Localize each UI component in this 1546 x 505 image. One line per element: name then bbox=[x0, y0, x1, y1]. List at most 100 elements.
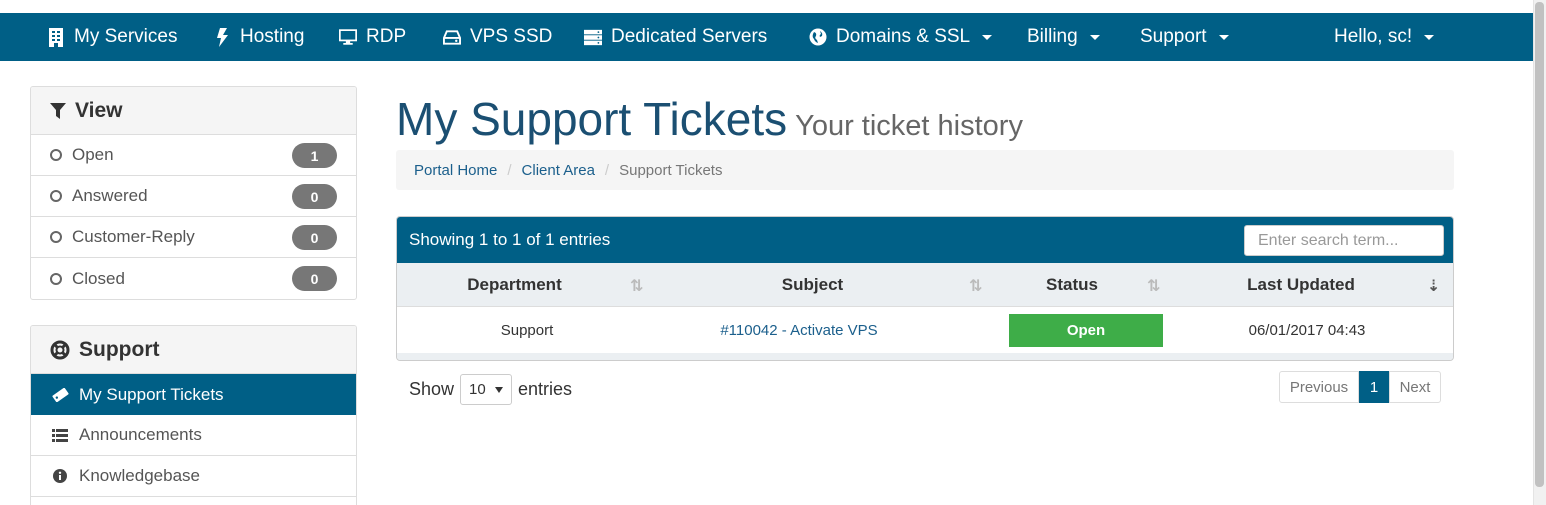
tickets-table: Showing 1 to 1 of 1 entries Department ⇅… bbox=[396, 216, 1454, 361]
breadcrumb-client-area[interactable]: Client Area bbox=[522, 162, 595, 179]
view-panel-title: View bbox=[75, 98, 123, 122]
breadcrumb-separator: / bbox=[507, 161, 512, 179]
filter-label: Closed bbox=[72, 268, 125, 288]
menu-label: My Support Tickets bbox=[79, 384, 224, 404]
main-navbar: My Services Hosting RDP VPS SSD Dedicate… bbox=[0, 13, 1533, 61]
menu-my-support-tickets[interactable]: My Support Tickets bbox=[31, 374, 356, 415]
menu-label: Announcements bbox=[79, 425, 202, 444]
breadcrumb: Portal Home / Client Area / Support Tick… bbox=[396, 150, 1454, 190]
table-header-bar: Showing 1 to 1 of 1 entries bbox=[397, 217, 1453, 263]
bolt-icon bbox=[213, 27, 231, 47]
filter-label: Answered bbox=[72, 186, 148, 205]
ticket-icon bbox=[51, 387, 69, 402]
nav-my-services[interactable]: My Services bbox=[47, 13, 177, 61]
column-label: Status bbox=[1046, 275, 1098, 294]
menu-knowledgebase[interactable]: Knowledgebase bbox=[31, 456, 356, 497]
page-length-select[interactable]: 10 bbox=[460, 374, 513, 405]
cell-department: Support bbox=[500, 321, 554, 339]
radio-icon bbox=[50, 231, 62, 243]
breadcrumb-separator: / bbox=[604, 161, 610, 179]
menu-announcements[interactable]: Announcements bbox=[31, 415, 356, 456]
sort-icon[interactable]: ⇅ bbox=[969, 276, 982, 296]
view-panel-header: View bbox=[31, 87, 356, 135]
column-label: Department bbox=[467, 275, 562, 294]
cell-last-updated: 06/01/2017 04:43 bbox=[1248, 321, 1366, 339]
pagination: Previous 1 Next bbox=[1279, 371, 1441, 403]
count-badge: 0 bbox=[292, 225, 337, 250]
nav-support[interactable]: Support bbox=[1140, 13, 1229, 61]
entries-label: entries bbox=[518, 379, 573, 399]
chevron-down-icon bbox=[1218, 34, 1229, 40]
radio-icon bbox=[50, 149, 62, 161]
server-icon bbox=[584, 29, 602, 46]
globe-icon bbox=[809, 28, 827, 46]
breadcrumb-portal-home[interactable]: Portal Home bbox=[414, 162, 497, 179]
cell-subject: #110042 - Activate VPS bbox=[649, 307, 949, 353]
table-footer bbox=[397, 353, 1453, 360]
nav-label: Hosting bbox=[240, 26, 305, 47]
col-status[interactable]: Status bbox=[993, 263, 1151, 307]
nav-label: VPS SSD bbox=[470, 26, 553, 47]
status-badge: Open bbox=[1009, 314, 1163, 347]
column-label: Last Updated bbox=[1247, 275, 1355, 294]
page-title-text: My Support Tickets bbox=[396, 93, 788, 145]
col-last-updated[interactable]: Last Updated bbox=[1151, 263, 1451, 307]
nav-label: Dedicated Servers bbox=[611, 26, 768, 47]
count-badge: 0 bbox=[292, 266, 337, 291]
filter-answered[interactable]: Answered 0 bbox=[31, 176, 356, 217]
col-department[interactable]: Department bbox=[397, 263, 632, 307]
show-label: Show bbox=[409, 379, 455, 399]
filter-customer-reply[interactable]: Customer-Reply 0 bbox=[31, 217, 356, 258]
search-input[interactable] bbox=[1244, 225, 1444, 256]
previous-button[interactable]: Previous bbox=[1279, 371, 1359, 403]
filter-label: Customer-Reply bbox=[72, 227, 195, 246]
nav-label: Support bbox=[1140, 26, 1207, 47]
radio-icon bbox=[50, 190, 62, 202]
count-badge: 1 bbox=[292, 143, 337, 168]
support-panel-header: Support bbox=[31, 326, 356, 374]
breadcrumb-current: Support Tickets bbox=[619, 161, 723, 179]
support-panel: Support My Support Tickets Announcements… bbox=[30, 325, 357, 505]
chevron-down-icon bbox=[982, 34, 993, 40]
table-info: Showing 1 to 1 of 1 entries bbox=[409, 230, 611, 249]
menu-label: Knowledgebase bbox=[79, 466, 200, 485]
page-length-value: 10 bbox=[469, 381, 486, 398]
page-title: My Support Tickets Your ticket history bbox=[396, 92, 1023, 146]
count-badge: 0 bbox=[292, 184, 337, 209]
scrollbar-thumb[interactable] bbox=[1535, 2, 1544, 487]
building-icon bbox=[47, 27, 65, 47]
nav-label: Hello, sc! bbox=[1334, 26, 1413, 47]
nav-domains-ssl[interactable]: Domains & SSL bbox=[809, 13, 993, 61]
nav-rdp[interactable]: RDP bbox=[339, 13, 406, 61]
nav-user-menu[interactable]: Hello, sc! bbox=[1334, 13, 1435, 61]
col-subject[interactable]: Subject bbox=[632, 263, 993, 307]
ticket-link[interactable]: #110042 - Activate VPS bbox=[720, 322, 877, 339]
sort-desc-icon[interactable]: ⇣ bbox=[1427, 276, 1440, 296]
vertical-scrollbar[interactable] bbox=[1533, 0, 1546, 505]
table-row[interactable]: Support #110042 - Activate VPS Open 06/0… bbox=[397, 307, 1453, 353]
desktop-icon bbox=[339, 28, 357, 46]
nav-dedicated-servers[interactable]: Dedicated Servers bbox=[584, 13, 767, 61]
filter-open[interactable]: Open 1 bbox=[31, 135, 356, 176]
support-panel-title: Support bbox=[79, 337, 160, 361]
top-strip bbox=[0, 0, 1533, 13]
hdd-icon bbox=[443, 29, 461, 45]
page-1-button[interactable]: 1 bbox=[1359, 371, 1389, 403]
nav-billing[interactable]: Billing bbox=[1027, 13, 1100, 61]
nav-hosting[interactable]: Hosting bbox=[213, 13, 304, 61]
filter-closed[interactable]: Closed 0 bbox=[31, 258, 356, 299]
radio-icon bbox=[50, 272, 62, 285]
next-button[interactable]: Next bbox=[1389, 371, 1441, 403]
page-length-control: Show 10 entries bbox=[409, 374, 572, 405]
column-header-row: Department ⇅ Subject ⇅ Status ⇅ Last Upd… bbox=[397, 263, 1453, 307]
life-ring-icon bbox=[50, 340, 70, 360]
filter-icon bbox=[50, 102, 66, 119]
nav-vps-ssd[interactable]: VPS SSD bbox=[443, 13, 552, 61]
chevron-down-icon bbox=[1089, 34, 1100, 40]
chevron-down-icon bbox=[1424, 34, 1435, 40]
info-icon bbox=[51, 469, 69, 483]
nav-label: Domains & SSL bbox=[836, 26, 971, 47]
filter-label: Open bbox=[72, 145, 114, 164]
view-panel: View Open 1 Answered 0 Customer-Reply 0 … bbox=[30, 86, 357, 300]
nav-label: Billing bbox=[1027, 26, 1078, 47]
